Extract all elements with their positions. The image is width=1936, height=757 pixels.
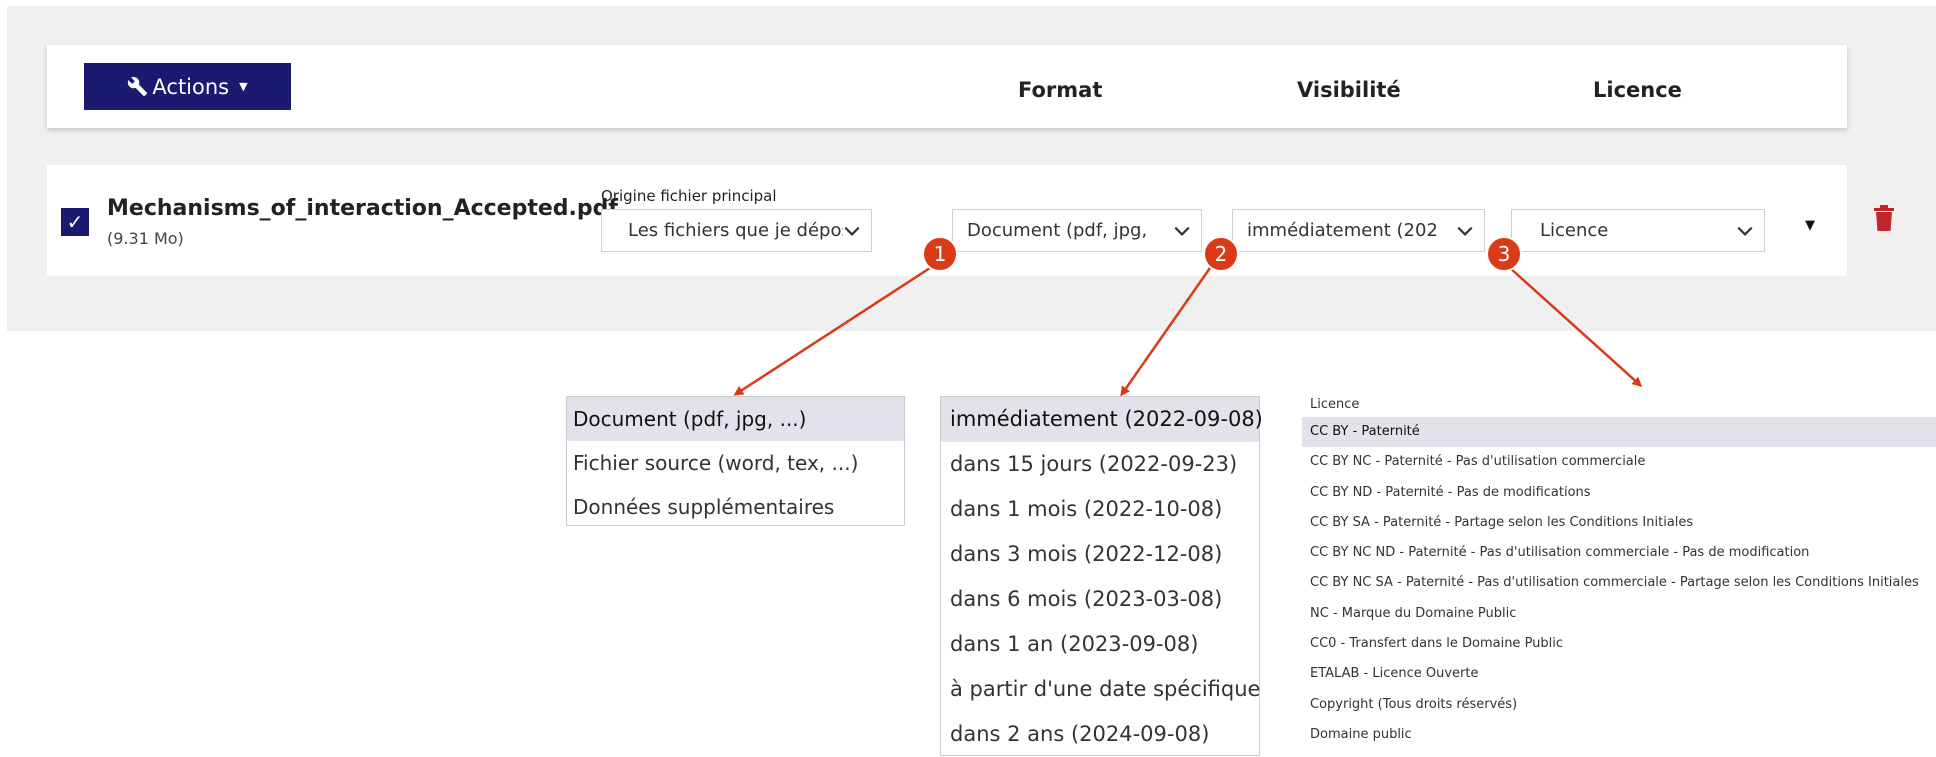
visibility-select-value: immédiatement (202 xyxy=(1247,220,1438,241)
licence-option[interactable]: Domaine public xyxy=(1302,720,1936,750)
file-size: (9.31 Mo) xyxy=(107,229,184,248)
format-option[interactable]: Fichier source (word, tex, ...) xyxy=(567,441,904,485)
origin-label: Origine fichier principal xyxy=(601,187,777,205)
row-options-caret-icon[interactable]: ▼ xyxy=(1805,218,1815,233)
column-visibility: Visibilité xyxy=(1297,78,1401,102)
trash-icon[interactable] xyxy=(1874,205,1894,231)
file-name: Mechanisms_of_interaction_Accepted.pdf xyxy=(107,196,618,221)
licence-option[interactable]: CC BY NC SA - Paternité - Pas d'utilisat… xyxy=(1302,568,1936,598)
step-badge-1: 1 xyxy=(922,236,958,272)
format-option[interactable]: Document (pdf, jpg, ...) xyxy=(567,397,904,441)
actions-label: Actions xyxy=(152,74,230,99)
file-table-header: Actions ▼ Format Visibilité Licence xyxy=(47,45,1847,128)
caret-down-icon: ▼ xyxy=(239,80,248,93)
actions-button[interactable]: Actions ▼ xyxy=(84,63,291,110)
visibility-option[interactable]: dans 1 mois (2022-10-08) xyxy=(941,487,1259,532)
licence-option[interactable]: CC0 - Transfert dans le Domaine Public xyxy=(1302,629,1936,659)
visibility-select[interactable]: immédiatement (202 xyxy=(1232,209,1485,252)
chevron-down-icon xyxy=(844,226,860,236)
format-select-value: Document (pdf, jpg, xyxy=(967,220,1148,241)
step-badge-2: 2 xyxy=(1203,236,1239,272)
format-option[interactable]: Données supplémentaires xyxy=(567,485,904,529)
visibility-options-list: immédiatement (2022-09-08) dans 15 jours… xyxy=(940,396,1263,757)
visibility-option[interactable]: à partir d'une date spécifique xyxy=(941,667,1260,712)
chevron-down-icon xyxy=(1737,226,1753,236)
licence-select[interactable]: Licence xyxy=(1511,209,1765,252)
licence-option[interactable]: Copyright (Tous droits réservés) xyxy=(1302,690,1936,720)
step-badge-3: 3 xyxy=(1486,236,1522,272)
origin-select[interactable]: Les fichiers que je dépose sc xyxy=(601,209,872,252)
visibility-option[interactable]: dans 3 mois (2022-12-08) xyxy=(941,532,1259,577)
visibility-option[interactable]: dans 1 an (2023-09-08) xyxy=(941,622,1259,667)
licence-option[interactable]: NC - Marque du Domaine Public xyxy=(1302,599,1936,629)
licence-option[interactable]: CC BY NC ND - Paternité - Pas d'utilisat… xyxy=(1302,538,1936,568)
column-licence: Licence xyxy=(1593,78,1682,102)
visibility-option[interactable]: immédiatement (2022-09-08) xyxy=(941,397,1263,442)
wrench-icon xyxy=(128,76,148,97)
format-options-list: Document (pdf, jpg, ...) Fichier source … xyxy=(566,396,905,526)
visibility-option[interactable]: dans 6 mois (2023-03-08) xyxy=(941,577,1259,622)
licence-option[interactable]: ETALAB - Licence Ouverte xyxy=(1302,659,1936,689)
chevron-down-icon xyxy=(1457,226,1473,236)
origin-select-value: Les fichiers que je dépose sc xyxy=(628,220,843,241)
licence-list-header: Licence xyxy=(1310,397,1360,412)
licence-select-value: Licence xyxy=(1540,220,1609,241)
file-checkbox[interactable]: ✓ xyxy=(61,208,89,236)
format-select[interactable]: Document (pdf, jpg, xyxy=(952,209,1202,252)
licence-option[interactable]: CC BY SA - Paternité - Partage selon les… xyxy=(1302,508,1936,538)
visibility-option[interactable]: dans 2 ans (2024-09-08) xyxy=(941,712,1259,757)
chevron-down-icon xyxy=(1174,226,1190,236)
column-format: Format xyxy=(1018,78,1103,102)
licence-options-list: Licence CC BY - Paternité CC BY NC - Pat… xyxy=(1302,393,1936,753)
visibility-option[interactable]: dans 15 jours (2022-09-23) xyxy=(941,442,1259,487)
licence-option[interactable]: CC BY - Paternité xyxy=(1302,417,1936,448)
licence-option[interactable]: CC BY NC - Paternité - Pas d'utilisation… xyxy=(1302,447,1936,477)
licence-option[interactable]: CC BY ND - Paternité - Pas de modificati… xyxy=(1302,478,1936,508)
